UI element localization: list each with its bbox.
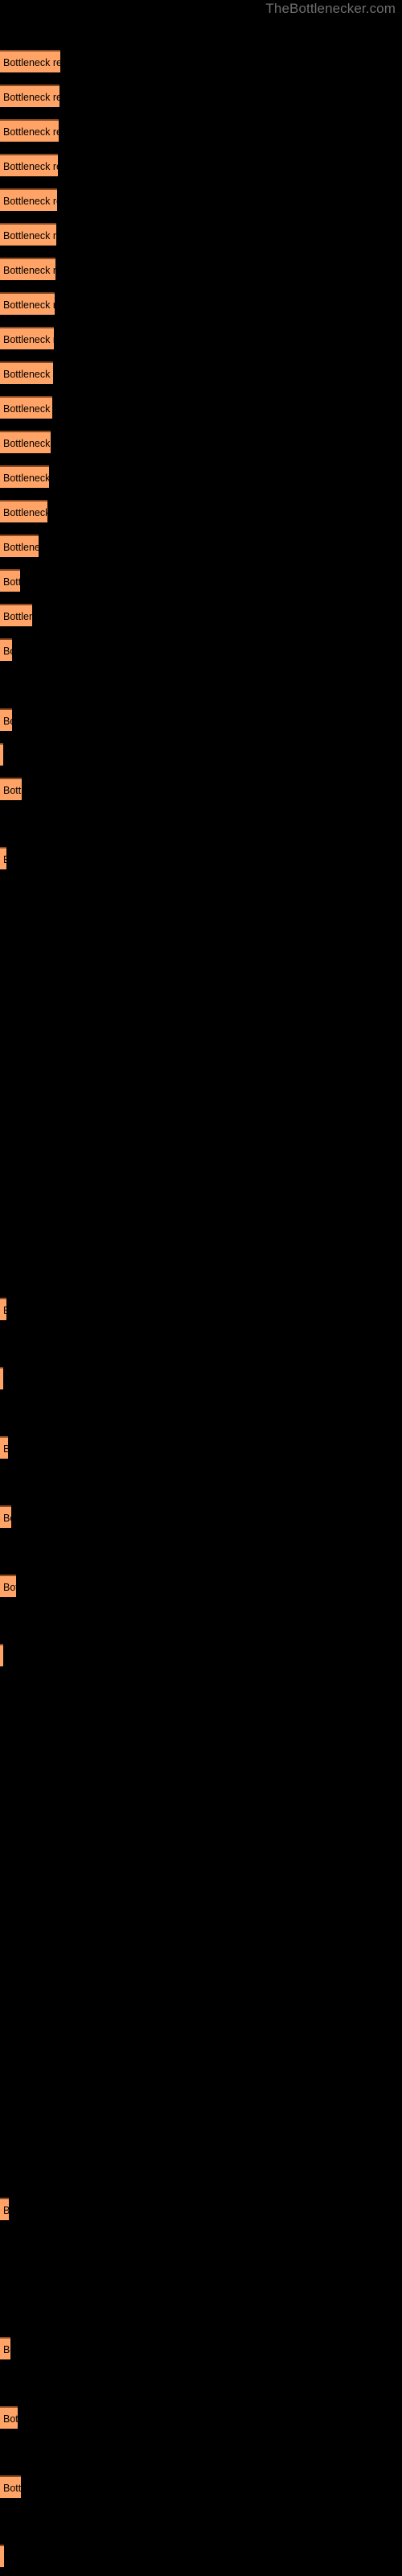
bar-label: Bottleneck result: [3, 265, 55, 276]
bar: Bottleneck result: [0, 708, 12, 731]
bar: Bottleneck result: [0, 1505, 11, 1528]
bar-label: Bottleneck result: [3, 57, 60, 68]
bar: Bottleneck result: [0, 2475, 21, 2498]
bar-label: Bottleneck result: [3, 576, 20, 588]
bar: Bottleneck result: [0, 743, 3, 766]
bar-label: Bottleneck result: [3, 1582, 16, 1593]
bar: Bottleneck result: [0, 569, 20, 592]
bar-label: Bottleneck result: [3, 334, 54, 345]
bar: Bottleneck result: [0, 2337, 10, 2359]
bar: Bottleneck result: [0, 258, 55, 280]
bar-label: Bottleneck result: [3, 542, 39, 553]
bar-label: Bottleneck result: [3, 1299, 6, 1320]
bar-chart-plot-area: Bottleneck result Bottleneck result Bottle…: [0, 0, 402, 2576]
bar-label: Bottleneck result: [3, 196, 57, 207]
bar-label: Bottleneck result: [3, 92, 59, 103]
bar: Bottleneck result: [0, 154, 58, 176]
bar-label: Bottleneck result: [3, 2483, 21, 2494]
bar-label: Bottleneck result: [3, 161, 58, 172]
bar: Bottleneck result: [0, 1298, 6, 1320]
bar: Bottleneck result: [0, 361, 53, 384]
bar-label: Bottleneck result: [3, 473, 49, 484]
bar-label: Bottleneck result: [3, 1513, 11, 1524]
bar: Bottleneck result: [0, 2406, 18, 2429]
bar: Bottleneck result: [0, 85, 59, 107]
bar-label: Bottleneck result: [3, 785, 22, 796]
bar: Bottleneck result: [0, 778, 22, 800]
bar-label: Bottleneck result: [3, 230, 56, 242]
bar-label: Bottleneck result: [3, 611, 32, 622]
bar: Bottleneck result: [0, 638, 12, 661]
bar-label: Bottleneck result: [3, 2546, 4, 2567]
bar: Bottleneck result: [0, 396, 52, 419]
bar: Bottleneck result: [0, 1575, 16, 1597]
bar: Bottleneck result: [0, 500, 47, 522]
bar-label: Bottleneck result: [3, 646, 12, 657]
bar: Bottleneck result: [0, 465, 49, 488]
bar: Bottleneck result: [0, 2198, 9, 2220]
bar: Bottleneck result: [0, 1367, 3, 1389]
bar-label: Bottleneck result: [3, 2199, 9, 2220]
bar-label: Bottleneck result: [3, 507, 47, 518]
bar: Bottleneck result: [0, 604, 32, 626]
bar-label: Bottleneck result: [3, 438, 51, 449]
bar: Bottleneck result: [0, 327, 54, 349]
bar: Bottleneck result: [0, 292, 55, 315]
bar-label: Bottleneck result: [3, 2344, 10, 2355]
bar: Bottleneck result: [0, 2545, 4, 2567]
bar-label: Bottleneck result: [3, 1438, 8, 1459]
bar-label: Bottleneck result: [3, 2413, 18, 2425]
bar: Bottleneck result: [0, 847, 6, 869]
bar: Bottleneck result: [0, 535, 39, 557]
bar-label: Bottleneck result: [3, 716, 12, 727]
bar: Bottleneck result: [0, 119, 59, 142]
bar: Bottleneck result: [0, 223, 56, 246]
bar: Bottleneck result: [0, 431, 51, 453]
bar: Bottleneck result: [0, 188, 57, 211]
bar-label: Bottleneck result: [3, 848, 6, 869]
bar-label: Bottleneck result: [3, 403, 52, 415]
bar-label: Bottleneck result: [3, 369, 53, 380]
bar: Bottleneck result: [0, 1644, 3, 1666]
bar: Bottleneck result: [0, 1436, 8, 1459]
bar-label: Bottleneck result: [3, 299, 55, 311]
bar-label: Bottleneck result: [3, 126, 59, 138]
bar: Bottleneck result: [0, 50, 60, 72]
